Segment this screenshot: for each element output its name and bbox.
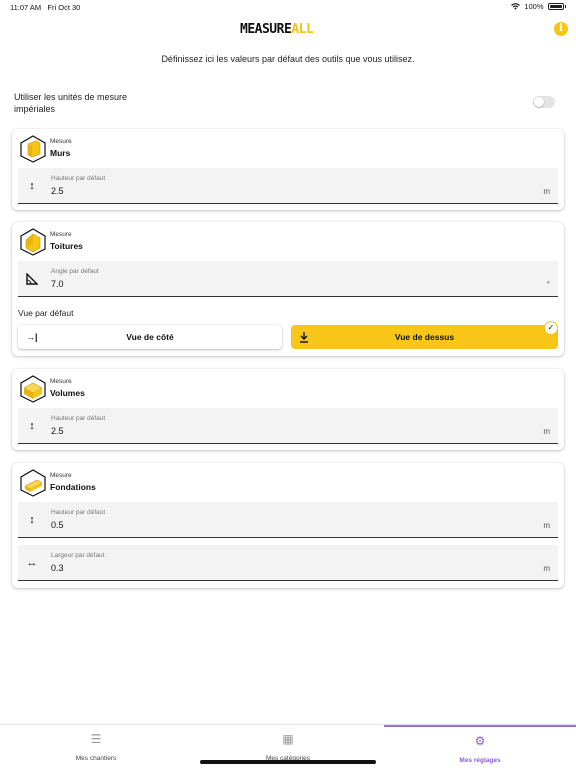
status-right: 100%: [511, 2, 566, 11]
card-foundations: Mesure Fondations ↕ Hauteur par défaut 0…: [12, 463, 564, 588]
status-bar: 11:07 AM Fri Oct 30 100%: [0, 0, 576, 14]
field-value: 2.5: [51, 426, 64, 436]
field-value: 7.0: [51, 279, 64, 289]
check-icon: ✓: [544, 321, 558, 335]
tab-label: Mes chantiers: [75, 755, 117, 762]
volume-cube-icon: [20, 375, 46, 403]
app-logo: MEASUREALL: [240, 22, 314, 37]
foundations-width-field[interactable]: ↔ Largeur par défaut 0.3 m: [18, 545, 558, 581]
grid-icon: ▦: [282, 732, 294, 746]
field-label: Hauteur par défaut: [51, 509, 106, 516]
download-icon: [300, 332, 308, 343]
card-title: Murs: [50, 148, 71, 158]
tab-mes-chantiers[interactable]: ☰ Mes chantiers: [0, 725, 192, 768]
field-label: Angle par défaut: [51, 268, 99, 275]
side-view-button[interactable]: →| Vue de côté: [18, 325, 282, 349]
vertical-arrows-icon: ↕: [29, 514, 35, 526]
list-icon: ☰: [90, 732, 102, 746]
field-unit: m: [543, 564, 550, 573]
foundations-height-field[interactable]: ↕ Hauteur par défaut 0.5 m: [18, 502, 558, 538]
toggle-knob: [534, 97, 544, 107]
card-kicker: Mesure: [50, 231, 72, 238]
foundation-cube-icon: [20, 469, 46, 497]
top-view-label: Vue de dessus: [394, 332, 455, 342]
intro-text: Définissez ici les valeurs par défaut de…: [161, 54, 415, 64]
card-kicker: Mesure: [50, 138, 72, 145]
card-walls: Mesure Murs ↕ Hauteur par défaut 2.5 m: [12, 129, 564, 210]
imperial-units-label: Utiliser les unités de mesure impériales: [14, 92, 128, 114]
field-unit: m: [543, 521, 550, 530]
card-title: Volumes: [50, 388, 85, 398]
roof-cube-icon: [20, 228, 46, 256]
gear-icon: ⚙: [474, 734, 486, 748]
top-view-button[interactable]: Vue de dessus: [291, 325, 558, 349]
field-value: 2.5: [51, 186, 64, 196]
card-roofs: Mesure Toitures Angle par défaut 7.0 ° V…: [12, 222, 564, 356]
horizontal-arrows-icon: ↔: [26, 557, 38, 569]
field-label: Hauteur par défaut: [51, 415, 106, 422]
card-title: Toitures: [50, 241, 83, 251]
battery-icon: [547, 3, 564, 10]
wall-cube-icon: [20, 135, 46, 163]
field-unit: °: [546, 280, 550, 289]
arrow-to-line-icon: →|: [26, 332, 38, 342]
default-view-label: Vue par défaut: [18, 308, 74, 318]
field-value: 0.3: [51, 563, 64, 573]
tab-mes-reglages[interactable]: ⚙ Mes réglages: [384, 725, 576, 768]
volumes-height-field[interactable]: ↕ Hauteur par défaut 2.5 m: [18, 408, 558, 444]
walls-height-field[interactable]: ↕ Hauteur par défaut 2.5 m: [18, 168, 558, 204]
card-kicker: Mesure: [50, 472, 72, 479]
tab-label: Mes réglages: [459, 757, 501, 764]
field-label: Hauteur par défaut: [51, 175, 106, 182]
card-volumes: Mesure Volumes ↕ Hauteur par défaut 2.5 …: [12, 369, 564, 450]
field-value: 0.5: [51, 520, 64, 530]
side-view-label: Vue de côté: [126, 332, 174, 342]
battery-percent: 100%: [524, 2, 544, 11]
status-time: 11:07 AM Fri Oct 30: [10, 3, 81, 12]
card-title: Fondations: [50, 482, 96, 492]
vertical-arrows-icon: ↕: [29, 420, 35, 432]
wifi-icon: [511, 3, 521, 10]
field-label: Largeur par défaut: [51, 552, 105, 559]
roofs-angle-field[interactable]: Angle par défaut 7.0 °: [18, 261, 558, 297]
field-unit: m: [543, 427, 550, 436]
vertical-arrows-icon: ↕: [29, 180, 35, 192]
imperial-units-toggle[interactable]: [533, 96, 555, 108]
angle-icon: [26, 273, 38, 285]
home-indicator: [200, 760, 376, 764]
card-kicker: Mesure: [50, 378, 72, 385]
field-unit: m: [543, 187, 550, 196]
info-icon[interactable]: i: [554, 22, 568, 36]
